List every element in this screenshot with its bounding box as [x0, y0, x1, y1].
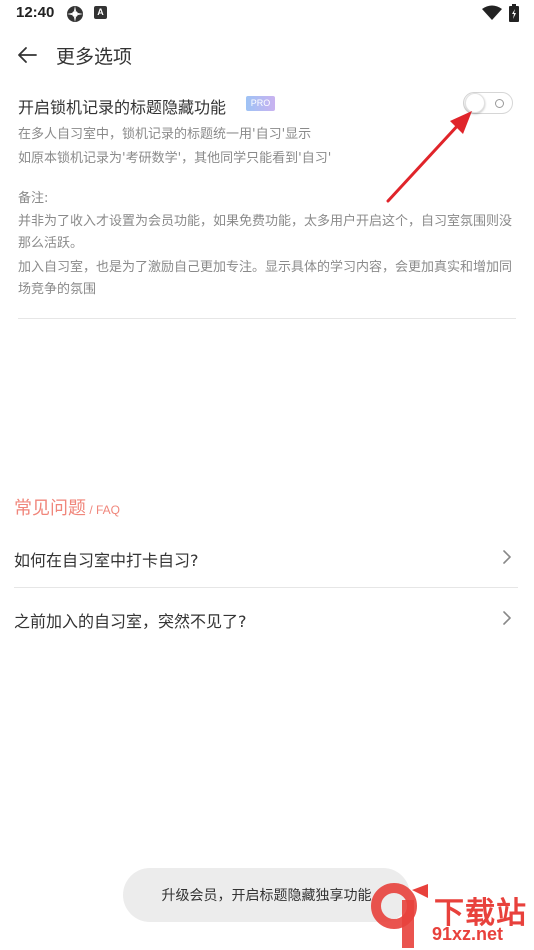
watermark-text-bottom: 91xz.net [432, 924, 504, 944]
arrow-left-icon [18, 47, 37, 63]
faq-title: 常见问题 [14, 498, 86, 519]
site-watermark: 下载站 91xz.net [366, 880, 534, 950]
app-header: 更多选项 [0, 32, 534, 78]
a-letter-icon: A [94, 6, 107, 19]
faq-divider [14, 587, 518, 588]
wifi-icon [482, 5, 502, 25]
faq-item-label: 如何在自习室中打卡自习? [14, 551, 199, 570]
faq-heading: 常见问题 / FAQ [14, 494, 120, 520]
option-title: 开启锁机记录的标题隐藏功能 [18, 98, 227, 117]
note-paragraph-2: 加入自习室，也是为了激励自己更加专注。显示具体的学习内容，会更加真实和增加同场竞… [18, 260, 513, 297]
faq-subtitle: / FAQ [86, 503, 121, 517]
battery-icon [509, 4, 519, 26]
toggle-off-icon [495, 99, 504, 108]
back-button[interactable] [12, 40, 42, 70]
chevron-right-icon [503, 550, 511, 564]
watermark-logo-icon [371, 883, 428, 948]
page-title: 更多选项 [56, 46, 133, 68]
faq-item-label: 之前加入的自习室，突然不见了? [14, 612, 247, 631]
note-paragraph-1: 并非为了收入才设置为会员功能，如果免费功能，太多用户开启这个，自习室氛围则没那么… [18, 214, 513, 251]
pro-badge: PRO [246, 96, 275, 111]
section-divider [18, 318, 516, 319]
status-bar: 12:40 A [0, 0, 534, 30]
status-time: 12:40 [16, 4, 55, 21]
annotation-arrow-icon [386, 111, 472, 203]
settings-gear-icon [66, 5, 84, 27]
faq-item[interactable]: 如何在自习室中打卡自习? [0, 529, 534, 587]
faq-item[interactable]: 之前加入的自习室，突然不见了? [0, 590, 534, 648]
chevron-right-icon [503, 611, 511, 625]
